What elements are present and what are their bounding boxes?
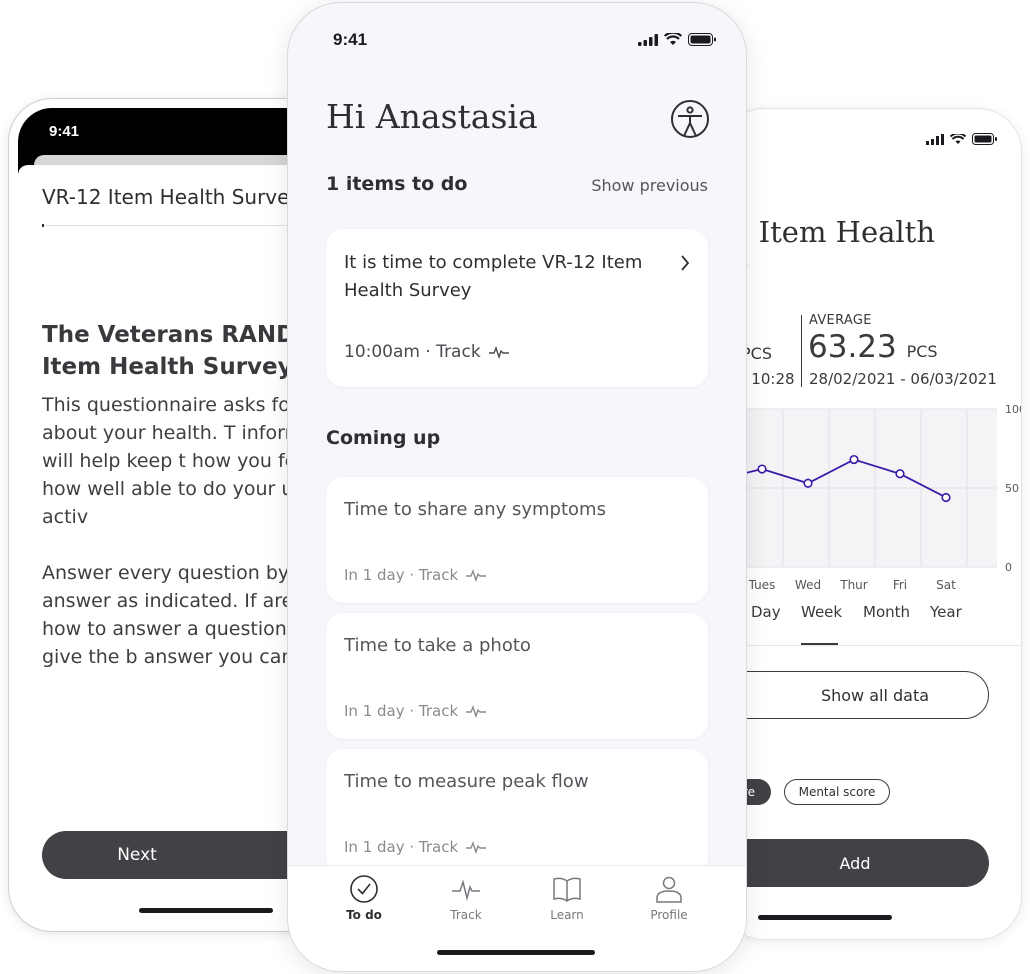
person-icon (656, 876, 682, 903)
show-all-data-button[interactable]: Show all data (721, 671, 989, 719)
pulse-icon (488, 345, 509, 359)
upcoming-card[interactable]: Time to share any symptoms In 1 day · Tr… (326, 477, 708, 603)
status-time: 9:41 (49, 123, 80, 140)
greeting-heading: Hi Anastasia (326, 97, 538, 136)
pulse-icon (466, 704, 487, 718)
tabs-divider (721, 645, 1021, 646)
bottom-tab-bar: To do Track Learn Profile (288, 865, 746, 971)
status-icons (638, 33, 716, 46)
survey-title: 2 Item Health (731, 215, 936, 249)
upcoming-card-meta: In 1 day · Track (344, 566, 487, 584)
survey-title-line-2: Item Health Survey (V (42, 354, 328, 380)
period-tabs: Day Week Month Year (721, 603, 1021, 647)
tab-day[interactable]: Day (751, 603, 781, 621)
survey-title-line-1: The Veterans RAND 1 (42, 322, 320, 348)
x-tick-label: Fri (893, 578, 907, 592)
tab-label: Learn (550, 908, 584, 922)
tab-label: Track (450, 908, 482, 922)
data-point (895, 469, 905, 479)
pulse-icon (466, 840, 487, 854)
survey-progress-bar (42, 224, 44, 227)
home-indicator (139, 908, 273, 913)
book-icon (553, 877, 581, 902)
y-tick-label: 0 (1005, 561, 1012, 574)
upcoming-card-meta: In 1 day · Track (344, 702, 487, 720)
x-tick-label: Tues (748, 578, 776, 592)
tab-learn[interactable]: Learn (527, 874, 607, 922)
y-tick-label: 100 (1005, 403, 1022, 416)
home-phone: 9:41 Hi Anastasia 1 items to do Show pre… (287, 2, 747, 972)
track-detail-phone: 2 Item Health y PCS 1 10:28 AVERAGE 63.2… (720, 108, 1022, 940)
todo-card-text: It is time to complete VR-12 Item Health… (344, 252, 643, 301)
upcoming-card-text: Time to measure peak flow (344, 771, 589, 792)
upcoming-card-text: Time to take a photo (344, 635, 531, 656)
todo-card[interactable]: It is time to complete VR-12 Item Health… (326, 229, 708, 387)
y-tick-label: 50 (1005, 482, 1019, 495)
wifi-icon (664, 33, 682, 45)
data-point (849, 454, 859, 465)
home-indicator (437, 950, 595, 955)
survey-instructions-paragraph: Answer every question by m the answer as… (42, 562, 327, 668)
date-range: 28/02/2021 - 06/03/2021 (809, 370, 997, 388)
average-number: 63.23 (808, 329, 897, 365)
score-line-chart: 0 50 100 Tues Wed Thur Fri Sat (721, 403, 1022, 592)
tab-week[interactable]: Week (801, 603, 842, 621)
upcoming-card-due: In 1 day · Track (344, 566, 459, 584)
upcoming-card-text: Time to share any symptoms (344, 499, 606, 520)
upcoming-card[interactable]: Time to measure peak flow In 1 day · Tra… (326, 749, 708, 875)
survey-title: The Veterans RAND 1 Item Health Survey (… (42, 319, 328, 383)
add-button[interactable]: Add (721, 839, 989, 887)
signal-icon (926, 133, 944, 145)
status-time: 9:41 (333, 30, 368, 49)
data-point (941, 492, 951, 503)
tab-profile[interactable]: Profile (629, 874, 709, 922)
tab-year[interactable]: Year (930, 603, 962, 621)
average-unit: PCS (906, 342, 938, 361)
home-indicator (758, 915, 892, 920)
todo-count-heading: 1 items to do (326, 173, 468, 195)
todo-card-meta: 10:00am · Track (344, 342, 509, 362)
signal-icon (638, 33, 658, 46)
tab-label: To do (346, 908, 382, 922)
upcoming-card[interactable]: Time to take a photo In 1 day · Track (326, 613, 708, 739)
average-value: 63.23 PCS (808, 329, 938, 365)
coming-up-heading: Coming up (326, 427, 441, 449)
x-tick-label: Sat (936, 578, 956, 592)
tab-label: Profile (650, 908, 688, 922)
mental-score-chip[interactable]: Mental score (784, 779, 890, 805)
data-point (757, 464, 767, 474)
wifi-icon (950, 133, 966, 144)
survey-header-title: VR-12 Item Health Survey (42, 185, 302, 209)
battery-icon (688, 33, 716, 46)
battery-icon (972, 133, 997, 145)
survey-phone: 9:41 VR-12 Item Health Survey The Vetera… (8, 98, 328, 932)
survey-intro-paragraph: This questionnaire asks for views about … (42, 394, 328, 528)
tab-track[interactable]: Track (426, 874, 506, 922)
x-tick-label: Wed (795, 578, 821, 592)
upcoming-card-due: In 1 day · Track (344, 838, 459, 856)
header-divider (42, 225, 327, 226)
pulse-icon (452, 879, 480, 901)
todo-card-time: 10:00am · Track (344, 342, 481, 362)
tab-to-do[interactable]: To do (324, 874, 404, 922)
x-tick-label: Thur (839, 578, 868, 592)
tab-month[interactable]: Month (863, 603, 910, 621)
upcoming-card-due: In 1 day · Track (344, 702, 459, 720)
upcoming-card-meta: In 1 day · Track (344, 838, 487, 856)
data-point (803, 478, 813, 488)
average-label: AVERAGE (809, 313, 872, 328)
show-previous-link[interactable]: Show previous (591, 176, 708, 195)
survey-description: This questionnaire asks for views about … (42, 391, 328, 671)
next-button[interactable]: Next (42, 831, 327, 879)
pulse-icon (466, 568, 487, 582)
check-circle-icon (350, 875, 378, 903)
status-icons (926, 133, 997, 145)
stat-divider (801, 315, 802, 387)
chevron-right-icon (681, 255, 690, 271)
body-profile-icon[interactable] (670, 99, 710, 139)
